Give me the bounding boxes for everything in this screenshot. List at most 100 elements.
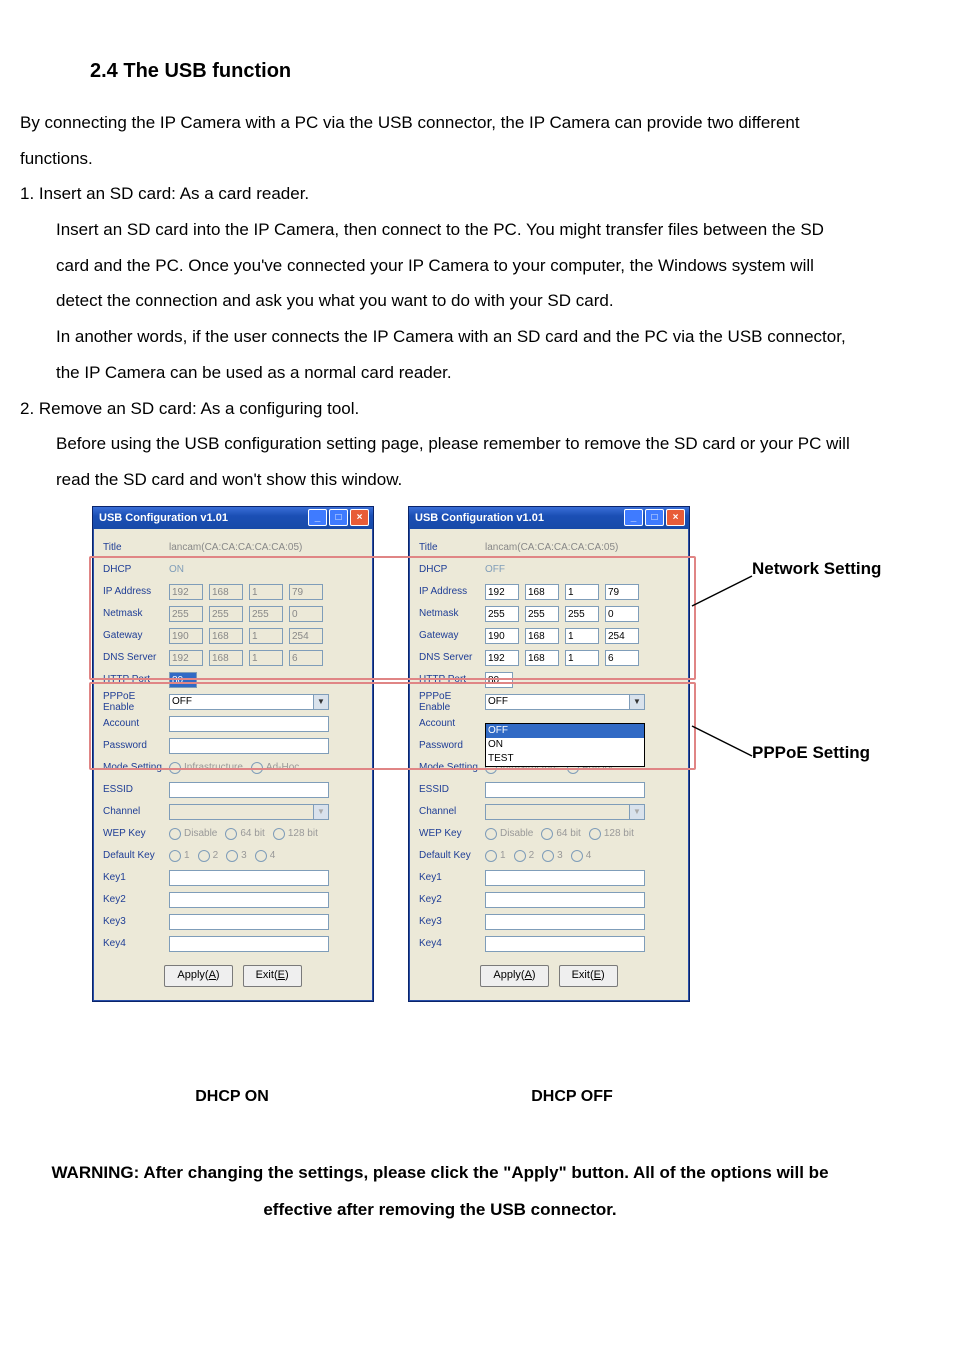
essid-input[interactable] <box>169 782 329 798</box>
label-key3: Key3 <box>103 916 169 927</box>
dns-input[interactable]: 192 168 1 6 <box>485 650 639 666</box>
label-default-key: Default Key <box>103 850 169 861</box>
radio-key-4 <box>255 850 267 862</box>
titlebar: USB Configuration v1.01 _ □ × <box>93 507 373 529</box>
radio-wep-128 <box>589 828 601 840</box>
label-mode: Mode Setting <box>419 762 485 773</box>
radio-wep-128 <box>273 828 285 840</box>
key3-input[interactable] <box>169 914 329 930</box>
key2-input[interactable] <box>485 892 645 908</box>
minimize-icon[interactable]: _ <box>308 509 327 526</box>
pppoe-option-on[interactable]: ON <box>486 738 644 752</box>
label-gateway: Gateway <box>103 630 169 641</box>
pppoe-enable-options[interactable]: OFF ON TEST <box>485 723 645 767</box>
section-heading: 2.4 The USB function <box>90 60 860 83</box>
caption-dhcp-off: DHCP OFF <box>432 1076 712 1106</box>
label-dhcp: DHCP <box>419 564 485 575</box>
label-wep: WEP Key <box>419 828 485 839</box>
label-password: Password <box>103 740 169 751</box>
key3-input[interactable] <box>485 914 645 930</box>
maximize-icon[interactable]: □ <box>329 509 348 526</box>
radio-key-3 <box>542 850 554 862</box>
radio-wep-64 <box>225 828 237 840</box>
key1-input[interactable] <box>169 870 329 886</box>
list-item-1-lead: 1. Insert an SD card: As a card reader. <box>20 176 860 212</box>
label-channel: Channel <box>419 806 485 817</box>
key4-input[interactable] <box>169 936 329 952</box>
pppoe-enable-select[interactable]: OFF ▼ <box>485 694 645 710</box>
radio-adhoc <box>251 762 263 774</box>
label-key1: Key1 <box>419 872 485 883</box>
list-item-1-p1: Insert an SD card into the IP Camera, th… <box>56 212 860 319</box>
key4-input[interactable] <box>485 936 645 952</box>
label-account: Account <box>419 718 485 729</box>
radio-wep-disable <box>485 828 497 840</box>
caption-dhcp-on: DHCP ON <box>92 1076 372 1106</box>
apply-button[interactable]: Apply(A) <box>480 965 548 987</box>
exit-button[interactable]: Exit(E) <box>243 965 302 987</box>
label-account: Account <box>103 718 169 729</box>
callout-pppoe-setting: PPPoE Setting <box>752 742 870 764</box>
close-icon[interactable]: × <box>350 509 369 526</box>
key1-input[interactable] <box>485 870 645 886</box>
maximize-icon[interactable]: □ <box>645 509 664 526</box>
netmask-input: 255 255 255 0 <box>169 606 323 622</box>
label-dhcp: DHCP <box>103 564 169 575</box>
netmask-input[interactable]: 255 255 255 0 <box>485 606 639 622</box>
dns-input: 192 168 1 6 <box>169 650 323 666</box>
label-pppoe: PPPoE Enable <box>419 691 485 713</box>
label-title: Title <box>419 542 485 553</box>
pppoe-enable-select[interactable]: OFF ▼ <box>169 694 329 710</box>
title-value: lancam(CA:CA:CA:CA:CA:05) <box>169 542 302 553</box>
label-http-port: HTTP Port <box>419 674 485 685</box>
label-essid: ESSID <box>103 784 169 795</box>
label-wep: WEP Key <box>103 828 169 839</box>
minimize-icon[interactable]: _ <box>624 509 643 526</box>
label-netmask: Netmask <box>103 608 169 619</box>
callout-network-setting: Network Setting <box>752 558 881 580</box>
list-item-2-p1: Before using the USB configuration setti… <box>56 426 860 497</box>
http-port-input[interactable]: 80 <box>485 672 513 688</box>
radio-key-1 <box>485 850 497 862</box>
channel-select: ▼ <box>169 804 329 820</box>
label-dns: DNS Server <box>419 652 485 663</box>
label-channel: Channel <box>103 806 169 817</box>
key2-input[interactable] <box>169 892 329 908</box>
title-value: lancam(CA:CA:CA:CA:CA:05) <box>485 542 618 553</box>
body-copy: By connecting the IP Camera with a PC vi… <box>20 105 860 498</box>
label-http-port: HTTP Port <box>103 674 169 685</box>
usb-config-dialog-dhcp-off: USB Configuration v1.01 _ □ × Title lanc… <box>408 506 690 1002</box>
warning-text: WARNING: After changing the settings, pl… <box>50 1154 830 1229</box>
radio-key-1 <box>169 850 181 862</box>
gateway-input[interactable]: 190 168 1 254 <box>485 628 639 644</box>
dhcp-value: OFF <box>485 564 505 575</box>
label-password: Password <box>419 740 485 751</box>
label-key3: Key3 <box>419 916 485 927</box>
radio-key-3 <box>226 850 238 862</box>
pppoe-option-test[interactable]: TEST <box>486 752 644 766</box>
exit-button[interactable]: Exit(E) <box>559 965 618 987</box>
radio-key-2 <box>198 850 210 862</box>
intro-paragraph: By connecting the IP Camera with a PC vi… <box>20 105 860 176</box>
close-icon[interactable]: × <box>666 509 685 526</box>
label-key4: Key4 <box>419 938 485 949</box>
label-title: Title <box>103 542 169 553</box>
radio-wep-disable <box>169 828 181 840</box>
label-netmask: Netmask <box>419 608 485 619</box>
apply-button[interactable]: Apply(A) <box>164 965 232 987</box>
password-input[interactable] <box>169 738 329 754</box>
titlebar: USB Configuration v1.01 _ □ × <box>409 507 689 529</box>
pppoe-option-off[interactable]: OFF <box>486 724 644 738</box>
label-essid: ESSID <box>419 784 485 795</box>
account-input[interactable] <box>169 716 329 732</box>
chevron-down-icon: ▼ <box>313 805 328 819</box>
gateway-input: 190 168 1 254 <box>169 628 323 644</box>
ip-address-input[interactable]: 192 168 1 79 <box>485 584 639 600</box>
chevron-down-icon: ▼ <box>629 805 644 819</box>
http-port-input[interactable]: 80 <box>169 672 197 688</box>
label-ip: IP Address <box>103 586 169 597</box>
radio-key-2 <box>514 850 526 862</box>
label-key1: Key1 <box>103 872 169 883</box>
label-ip: IP Address <box>419 586 485 597</box>
essid-input[interactable] <box>485 782 645 798</box>
